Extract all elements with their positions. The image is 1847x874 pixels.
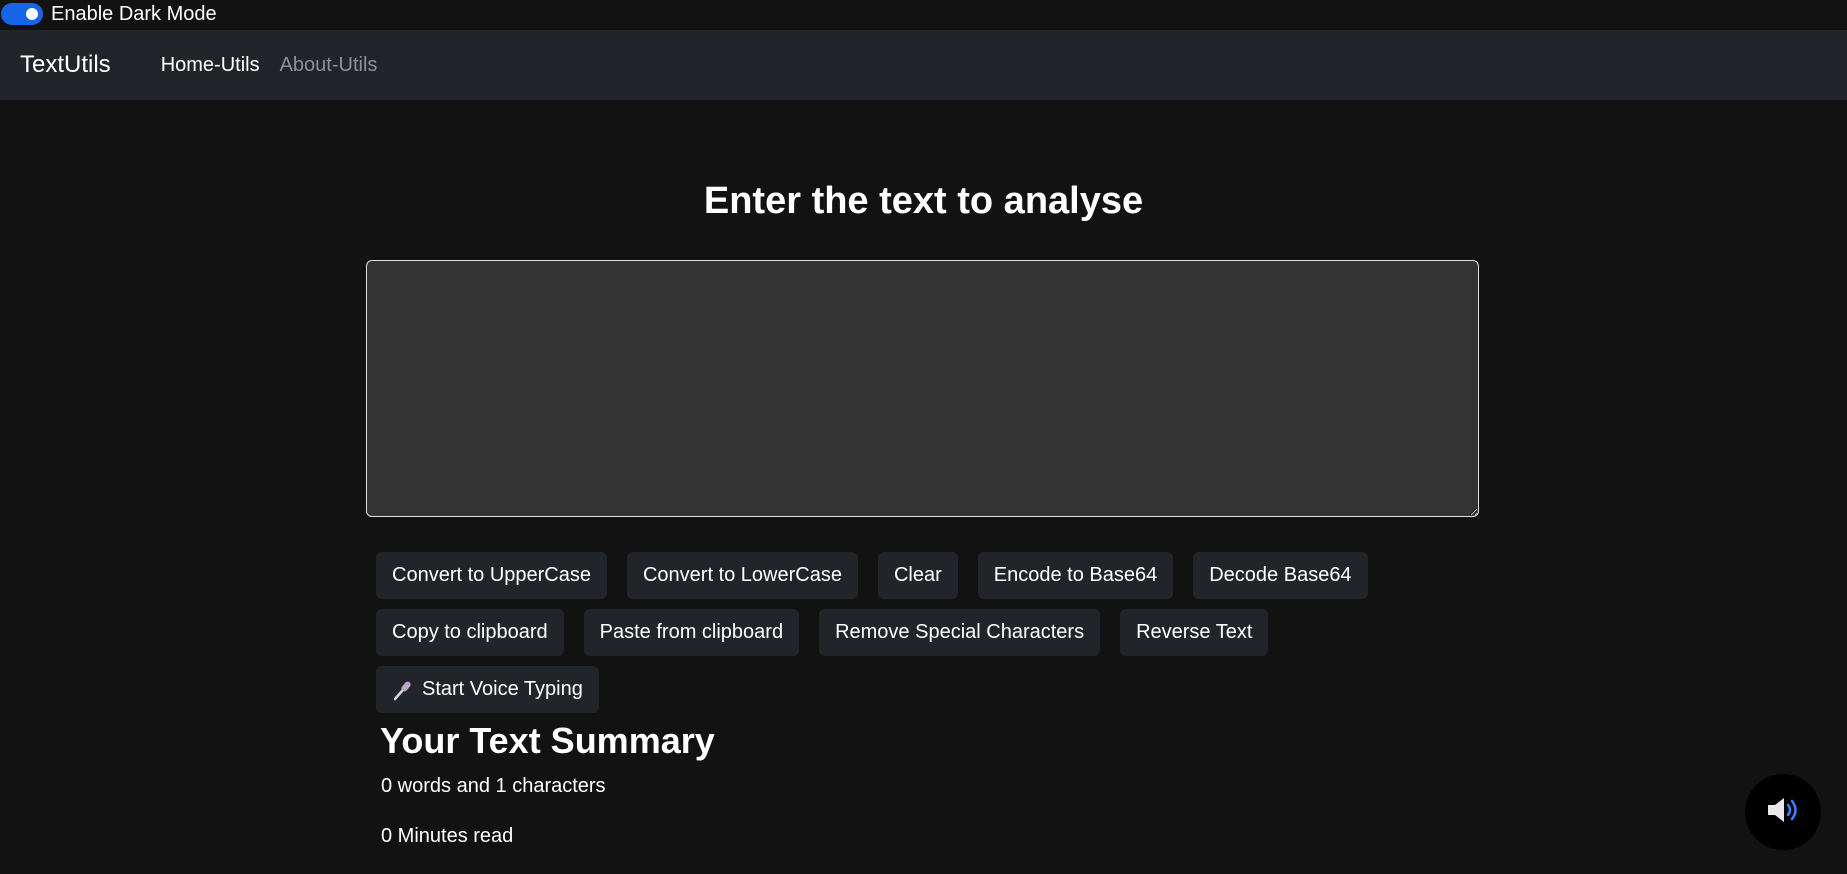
word-char-count: 0 words and 1 characters bbox=[381, 775, 606, 797]
dark-mode-label[interactable]: Enable Dark Mode bbox=[51, 3, 217, 26]
paste-clipboard-button[interactable]: Paste from clipboard bbox=[583, 609, 800, 656]
speaker-button[interactable] bbox=[1745, 774, 1821, 850]
microphone-icon bbox=[392, 679, 414, 701]
navbar: TextUtils Home-Utils About-Utils bbox=[0, 30, 1847, 100]
reverse-text-button[interactable]: Reverse Text bbox=[1120, 609, 1269, 656]
dark-mode-toggle-row: Enable Dark Mode bbox=[0, 0, 217, 28]
encode-base64-button[interactable]: Encode to Base64 bbox=[977, 552, 1174, 599]
decode-base64-button[interactable]: Decode Base64 bbox=[1193, 552, 1368, 599]
text-input-area[interactable] bbox=[366, 260, 1479, 517]
nav-link-about[interactable]: About-Utils bbox=[280, 54, 378, 77]
button-row-3: Start Voice Typing bbox=[376, 666, 599, 713]
brand-logo[interactable]: TextUtils bbox=[20, 51, 111, 79]
page-heading: Enter the text to analyse bbox=[703, 180, 1144, 222]
copy-clipboard-button[interactable]: Copy to clipboard bbox=[376, 609, 564, 656]
button-row-1: Convert to UpperCase Convert to LowerCas… bbox=[376, 552, 1368, 599]
voice-typing-label: Start Voice Typing bbox=[422, 678, 583, 700]
remove-special-chars-button[interactable]: Remove Special Characters bbox=[819, 609, 1101, 656]
voice-typing-button[interactable]: Start Voice Typing bbox=[376, 666, 599, 713]
uppercase-button[interactable]: Convert to UpperCase bbox=[376, 552, 607, 599]
summary-title: Your Text Summary bbox=[380, 720, 715, 761]
button-row-2: Copy to clipboard Paste from clipboard R… bbox=[376, 609, 1269, 656]
switch-knob bbox=[26, 8, 38, 20]
speaker-icon bbox=[1766, 795, 1800, 830]
lowercase-button[interactable]: Convert to LowerCase bbox=[626, 552, 858, 599]
dark-mode-switch[interactable] bbox=[1, 3, 43, 25]
read-time: 0 Minutes read bbox=[381, 825, 514, 847]
nav-link-home[interactable]: Home-Utils bbox=[161, 54, 260, 77]
clear-button[interactable]: Clear bbox=[877, 552, 958, 599]
